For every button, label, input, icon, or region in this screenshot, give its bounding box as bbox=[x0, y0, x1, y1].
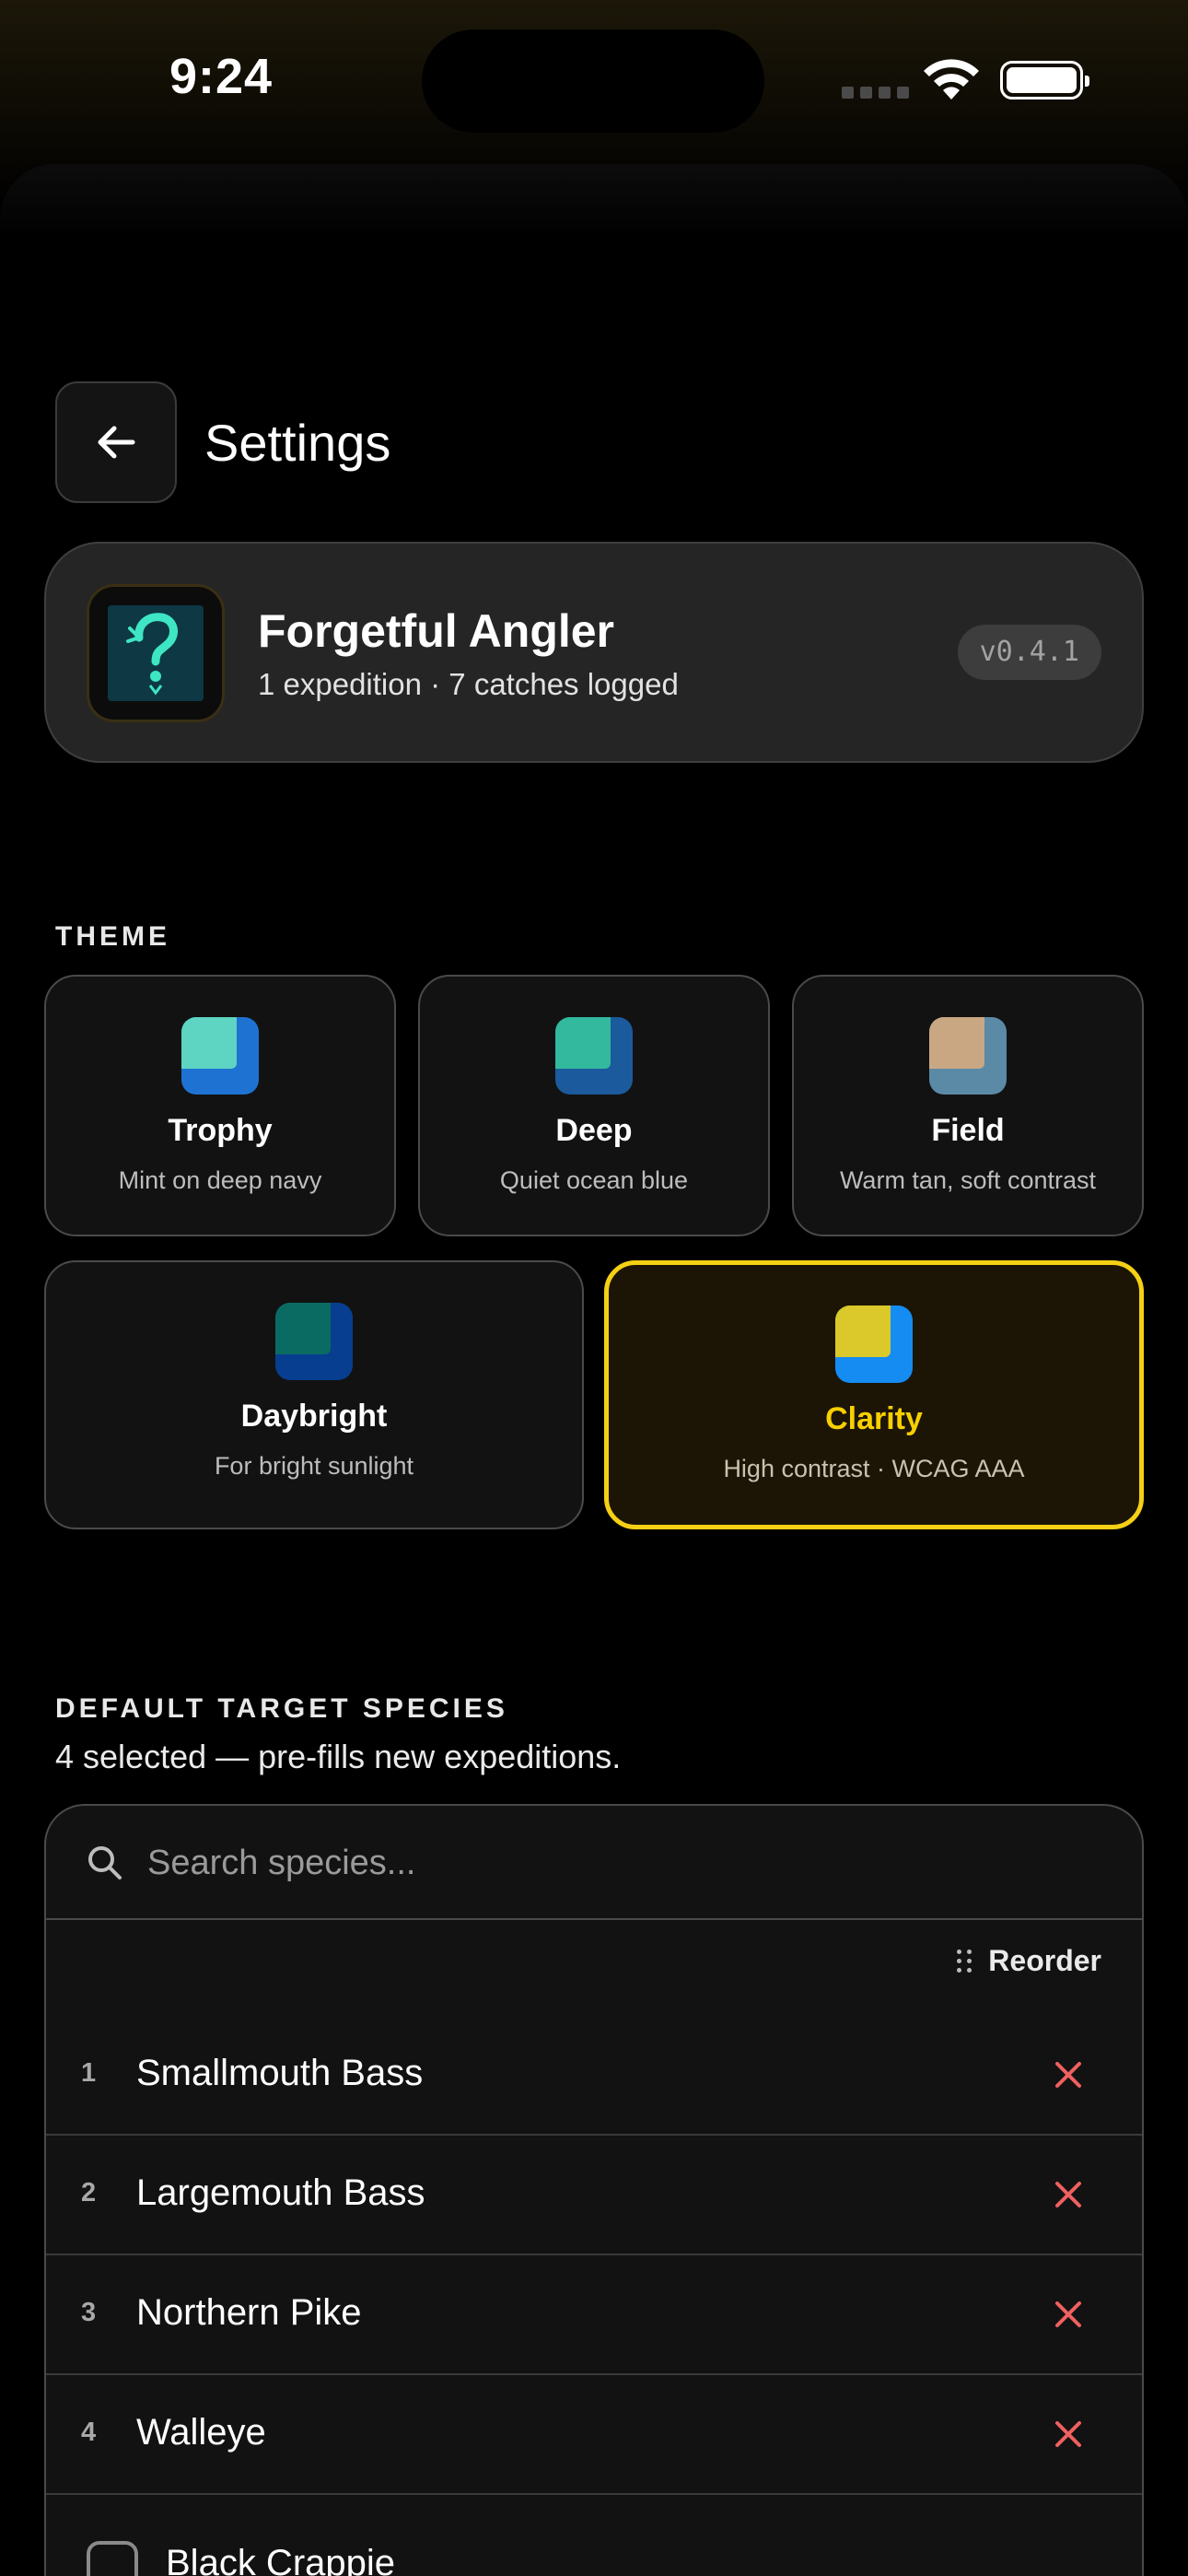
species-section-label: DEFAULT TARGET SPECIES bbox=[55, 1693, 508, 1724]
angler-hook-icon bbox=[126, 613, 179, 696]
remove-species-icon[interactable] bbox=[1048, 2414, 1089, 2454]
theme-swatch bbox=[835, 1306, 913, 1383]
species-row: 3 Northern Pike bbox=[46, 2255, 1142, 2375]
theme-option-deep[interactable]: Deep Quiet ocean blue bbox=[418, 975, 770, 1236]
dynamic-island bbox=[422, 29, 764, 133]
theme-option-field[interactable]: Field Warm tan, soft contrast bbox=[792, 975, 1144, 1236]
species-search-input[interactable] bbox=[147, 1832, 1068, 1894]
battery-icon bbox=[1000, 61, 1089, 100]
reorder-button[interactable]: Reorder bbox=[957, 1944, 1101, 1978]
species-panel: Reorder 1 Smallmouth Bass 2 Largemouth B… bbox=[44, 1804, 1144, 2576]
theme-option-daybright[interactable]: Daybright For bright sunlight bbox=[44, 1260, 584, 1529]
species-rank: 2 bbox=[81, 2178, 97, 2207]
theme-name: Trophy bbox=[168, 1113, 273, 1148]
theme-description: Mint on deep navy bbox=[118, 1166, 322, 1194]
remove-species-icon[interactable] bbox=[1048, 2055, 1089, 2095]
theme-name: Clarity bbox=[825, 1401, 923, 1436]
version-badge: v0.4.1 bbox=[957, 625, 1101, 680]
theme-swatch bbox=[929, 1017, 1007, 1095]
theme-description: High contrast · WCAG AAA bbox=[723, 1455, 1025, 1482]
profile-card: Forgetful Angler 1 expedition · 7 catche… bbox=[44, 542, 1144, 763]
theme-section-label: THEME bbox=[55, 921, 170, 952]
theme-name: Field bbox=[931, 1113, 1005, 1148]
remove-species-icon[interactable] bbox=[1048, 2294, 1089, 2335]
remove-species-icon[interactable] bbox=[1048, 2174, 1089, 2215]
species-row: 4 Walleye bbox=[46, 2375, 1142, 2495]
species-option-row[interactable]: Black Crappie bbox=[46, 2497, 1142, 2576]
species-name: Largemouth Bass bbox=[136, 2172, 425, 2213]
species-name: Walleye bbox=[136, 2412, 266, 2453]
species-rank: 4 bbox=[81, 2418, 97, 2447]
page-title: Settings bbox=[204, 414, 391, 472]
drag-handle-icon bbox=[957, 1950, 973, 1973]
species-name: Northern Pike bbox=[136, 2292, 362, 2333]
species-row: 1 Smallmouth Bass bbox=[46, 2016, 1142, 2136]
species-rank: 3 bbox=[81, 2298, 97, 2327]
theme-name: Deep bbox=[555, 1113, 633, 1148]
profile-stats: 1 expedition · 7 catches logged bbox=[258, 667, 679, 701]
theme-swatch bbox=[181, 1017, 259, 1095]
species-checkbox[interactable] bbox=[87, 2541, 138, 2576]
status-bar: 9:24 bbox=[0, 0, 1188, 161]
theme-swatch bbox=[275, 1303, 353, 1380]
theme-option-trophy[interactable]: Trophy Mint on deep navy bbox=[44, 975, 396, 1236]
cellular-signal-icon bbox=[842, 87, 909, 99]
species-rank: 1 bbox=[81, 2058, 97, 2088]
species-option-name: Black Crappie bbox=[166, 2543, 396, 2576]
theme-swatch bbox=[555, 1017, 633, 1095]
arrow-left-icon bbox=[98, 426, 135, 459]
theme-description: For bright sunlight bbox=[214, 1452, 414, 1480]
search-bar bbox=[46, 1806, 1142, 1920]
back-button[interactable] bbox=[55, 381, 177, 503]
theme-name: Daybright bbox=[240, 1399, 388, 1434]
sheet-top-edge bbox=[0, 164, 1188, 238]
app-icon bbox=[87, 584, 225, 722]
theme-description: Warm tan, soft contrast bbox=[839, 1166, 1097, 1194]
status-time: 9:24 bbox=[169, 49, 274, 104]
theme-option-clarity[interactable]: Clarity High contrast · WCAG AAA bbox=[604, 1260, 1144, 1529]
species-description: 4 selected — pre-fills new expeditions. bbox=[55, 1738, 622, 1775]
theme-description: Quiet ocean blue bbox=[499, 1166, 689, 1194]
species-name: Smallmouth Bass bbox=[136, 2053, 424, 2093]
profile-name: Forgetful Angler bbox=[258, 605, 615, 657]
wifi-icon bbox=[924, 59, 979, 100]
species-row: 2 Largemouth Bass bbox=[46, 2136, 1142, 2255]
reorder-label: Reorder bbox=[988, 1944, 1101, 1977]
search-icon bbox=[88, 1846, 122, 1879]
